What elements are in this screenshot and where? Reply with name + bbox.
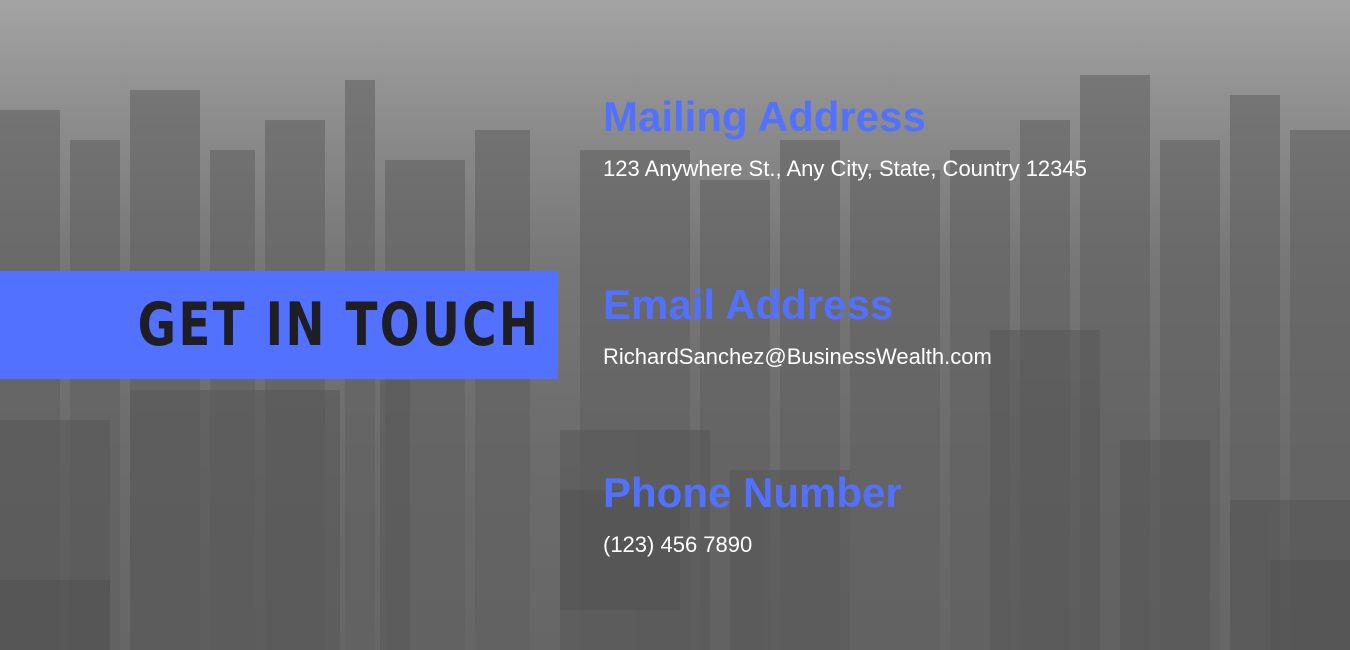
contact-slide: GET IN TOUCH Mailing Address 123 Anywher… [0, 0, 1350, 650]
email-address-heading: Email Address [603, 281, 894, 328]
phone-number-value[interactable]: (123) 456 7890 [603, 534, 902, 556]
email-address-block: Email Address RichardSanchez@BusinessWea… [603, 284, 992, 368]
phone-number-heading: Phone Number [603, 469, 902, 516]
banner-title: GET IN TOUCH [137, 290, 540, 360]
mailing-address-value: 123 Anywhere St., Any City, State, Count… [603, 156, 1087, 181]
get-in-touch-banner: GET IN TOUCH [0, 271, 558, 379]
mailing-address-block: Mailing Address 123 Anywhere St., Any Ci… [603, 96, 1087, 180]
phone-number-block: Phone Number (123) 456 7890 [603, 472, 902, 556]
mailing-address-heading: Mailing Address [603, 93, 926, 140]
email-address-value[interactable]: RichardSanchez@BusinessWealth.com [603, 346, 992, 368]
